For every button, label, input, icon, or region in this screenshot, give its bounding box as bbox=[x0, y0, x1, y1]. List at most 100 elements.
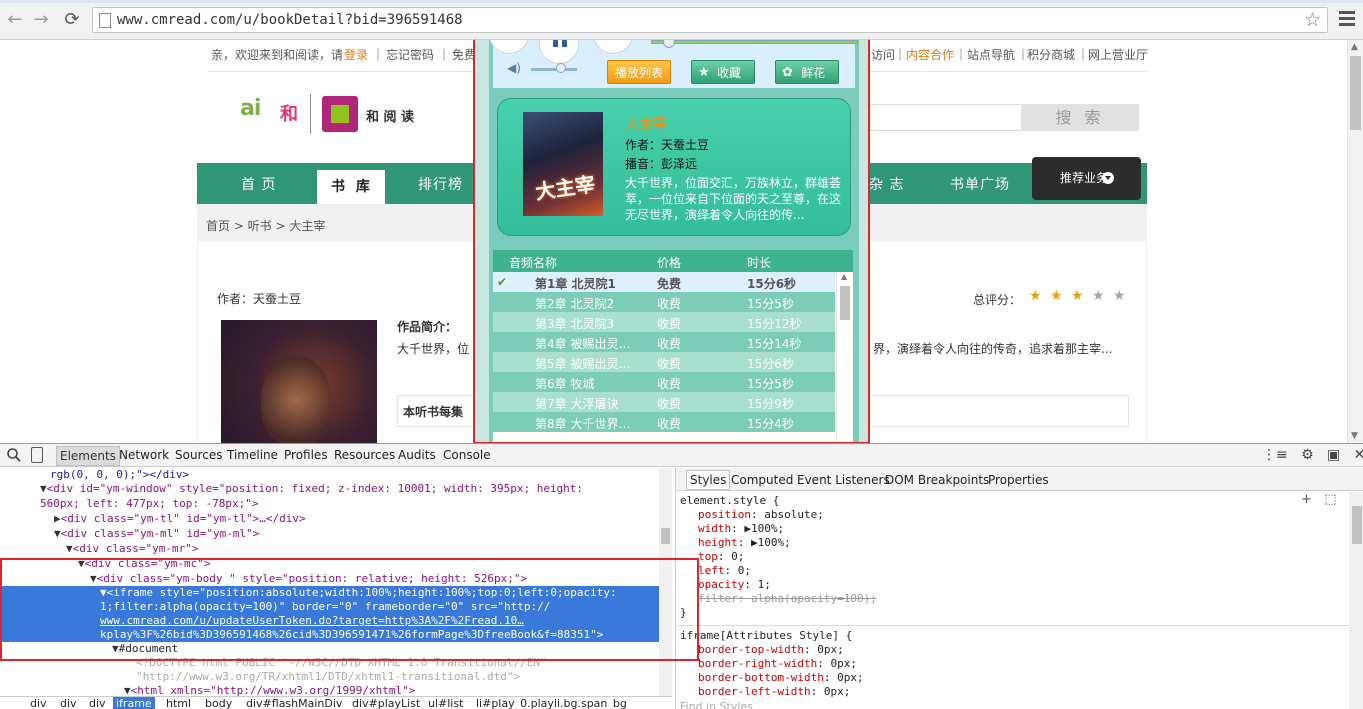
back-arrow-icon[interactable]: ← bbox=[4, 10, 26, 30]
content-partner-link[interactable]: 内容合作 bbox=[906, 46, 954, 63]
progress-slider[interactable] bbox=[651, 40, 858, 44]
tab-dom-breakpoints[interactable]: DOM Breakpoints bbox=[885, 473, 989, 487]
tab-event-listeners[interactable]: Event Listeners bbox=[797, 473, 890, 487]
scroll-thumb[interactable] bbox=[661, 528, 670, 544]
dom-line[interactable]: ▼<div class="ym-ml" id="ym-ml"> bbox=[0, 527, 259, 541]
next-button[interactable] bbox=[593, 40, 633, 54]
tab-properties[interactable]: Properties bbox=[988, 473, 1049, 487]
nav-magazines[interactable]: 杂 志 bbox=[869, 174, 904, 194]
forward-arrow-icon[interactable]: → bbox=[30, 10, 52, 30]
logo-he[interactable]: 和 bbox=[280, 100, 298, 126]
site-nav-link[interactable]: 站点导航 bbox=[967, 46, 1015, 63]
prev-button[interactable] bbox=[489, 40, 529, 54]
tab-audits[interactable]: Audits bbox=[398, 448, 436, 462]
bookmark-star-icon[interactable]: ☆ bbox=[1304, 9, 1321, 31]
scroll-thumb[interactable] bbox=[840, 286, 850, 320]
dom-line[interactable]: "http://www.w3.org/TR/xhtml1/DTD/xhtml1-… bbox=[0, 670, 520, 684]
dom-line[interactable]: rgb(0, 0, 0);"></div> bbox=[0, 468, 189, 482]
dom-line[interactable]: ▶<div class="ym-tl" id="ym-tl">…</div> bbox=[0, 512, 306, 526]
style-declaration[interactable]: opacity: 1; bbox=[698, 578, 771, 592]
volume-icon[interactable]: ◀) bbox=[507, 61, 521, 75]
playlist-button[interactable]: 播放列表 bbox=[607, 60, 671, 84]
dom-line[interactable]: ▼<div id="ym-window" style="position: fi… bbox=[0, 482, 583, 496]
login-link[interactable]: 登录 bbox=[344, 46, 368, 63]
drawer-icon[interactable]: ⋮≡ bbox=[1262, 447, 1288, 463]
crumb-div[interactable]: div bbox=[89, 697, 106, 709]
tab-computed[interactable]: Computed bbox=[731, 473, 793, 487]
playlist-row[interactable]: 第4章 被赐出灵… 收费 15分14秒 bbox=[493, 332, 835, 352]
tab-elements[interactable]: Elements bbox=[56, 446, 120, 466]
dock-icon[interactable]: ▣ bbox=[1327, 447, 1340, 463]
search-input[interactable] bbox=[870, 104, 1022, 131]
toggle-state-icon[interactable]: ⬚ bbox=[1324, 492, 1336, 507]
logo-ai[interactable]: ai bbox=[240, 96, 261, 121]
style-declaration[interactable]: position: absolute; bbox=[698, 508, 824, 522]
nav-booklists[interactable]: 书单广场 bbox=[950, 174, 1010, 194]
flower-button[interactable]: ✿ 鲜花 bbox=[775, 60, 839, 84]
search-icon[interactable] bbox=[6, 447, 22, 463]
tab-console[interactable]: Console bbox=[443, 448, 491, 462]
crumb-playlist[interactable]: div#playList bbox=[352, 697, 420, 709]
crumb-div[interactable]: div bbox=[30, 697, 47, 709]
progress-knob[interactable] bbox=[663, 40, 675, 48]
book-logo-icon[interactable] bbox=[322, 96, 358, 132]
playlist-row[interactable]: ✔ 第1章 北灵院1 免费 15分6秒 bbox=[493, 272, 835, 292]
reload-icon[interactable]: ⟳ bbox=[61, 10, 83, 30]
scroll-up-icon[interactable]: ▲ bbox=[1351, 42, 1358, 52]
style-declaration[interactable]: filter: alpha(opacity=100); bbox=[698, 592, 877, 606]
dom-line[interactable]: ▼<div class="ym-mr"> bbox=[0, 542, 198, 556]
volume-slider[interactable] bbox=[531, 68, 577, 71]
device-mode-icon[interactable] bbox=[31, 447, 43, 463]
page-scrollbar[interactable]: ▲ ▼ bbox=[1347, 40, 1363, 443]
crumb-flashmaindiv[interactable]: div#flashMainDiv bbox=[246, 697, 342, 709]
volume-knob[interactable] bbox=[556, 63, 566, 73]
style-declaration[interactable]: border-bottom-width: 0px; bbox=[698, 671, 864, 685]
nav-library[interactable]: 书 库 bbox=[317, 170, 385, 204]
online-hall-link[interactable]: 网上营业厅 bbox=[1088, 46, 1148, 63]
breadcrumb[interactable]: 首页 > 听书 > 大主宰 bbox=[206, 217, 325, 234]
crumb-play-item[interactable]: li#play_0.playli.bg.span_bg bbox=[476, 697, 627, 709]
crumb-iframe[interactable]: iframe bbox=[113, 697, 155, 709]
style-declaration[interactable]: border-left-width: 0px; bbox=[698, 685, 850, 699]
tab-resources[interactable]: Resources bbox=[334, 448, 395, 462]
style-declaration[interactable]: border-top-width: 0px; bbox=[698, 643, 844, 657]
scroll-thumb[interactable] bbox=[1350, 56, 1361, 130]
playlist-scrollbar[interactable]: ▲ bbox=[836, 272, 853, 442]
style-declaration[interactable]: width: ▶100%; bbox=[698, 522, 784, 536]
tab-sources[interactable]: Sources bbox=[175, 448, 222, 462]
crumb-body[interactable]: body bbox=[205, 697, 232, 709]
playlist-row[interactable]: 第8章 大千世界… 收费 15分4秒 bbox=[493, 412, 835, 432]
add-rule-icon[interactable]: + bbox=[1301, 492, 1312, 507]
dom-line[interactable]: ▼<html xmlns="http://www.w3.org/1999/xht… bbox=[0, 684, 415, 696]
playlist-row[interactable]: 第6章 牧城 收费 15分5秒 bbox=[493, 372, 835, 392]
tab-profiles[interactable]: Profiles bbox=[284, 448, 328, 462]
styles-scrollbar[interactable] bbox=[1349, 492, 1363, 709]
nav-rankings[interactable]: 排行榜 bbox=[418, 174, 463, 194]
style-declaration[interactable]: left: 0; bbox=[698, 564, 751, 578]
tab-network[interactable]: Network bbox=[119, 448, 169, 462]
crumb-list[interactable]: ul#list bbox=[428, 697, 463, 709]
dom-line[interactable]: 560px; left: 477px; top: -78px;"> bbox=[0, 497, 259, 511]
style-declaration[interactable]: top: 0; bbox=[698, 550, 744, 564]
crumb-html[interactable]: html bbox=[166, 697, 191, 709]
forgot-password-link[interactable]: 忘记密码 bbox=[386, 46, 434, 63]
scroll-up-icon[interactable]: ▲ bbox=[841, 272, 847, 281]
nav-home[interactable]: 首 页 bbox=[241, 174, 276, 194]
favorite-button[interactable]: ★ 收藏 bbox=[691, 60, 755, 84]
url-text[interactable]: www.cmread.com/u/bookDetail?bid=39659146… bbox=[117, 12, 463, 28]
style-declaration[interactable]: height: ▶100%; bbox=[698, 536, 791, 550]
gear-icon[interactable]: ⚙ bbox=[1301, 447, 1314, 463]
playlist-row[interactable]: 第3章 北灵院3 收费 15分12秒 bbox=[493, 312, 835, 332]
style-declaration[interactable]: border-right-width: 0px; bbox=[698, 657, 857, 671]
close-icon[interactable]: ✕ bbox=[1354, 447, 1363, 463]
scroll-thumb[interactable] bbox=[1352, 506, 1362, 544]
points-mall-link[interactable]: 积分商城 bbox=[1027, 46, 1075, 63]
visit-link[interactable]: 访问 bbox=[871, 46, 895, 63]
promo-dropdown-button[interactable]: 推荐业务 bbox=[1032, 157, 1141, 200]
tab-styles[interactable]: Styles bbox=[686, 470, 731, 490]
chrome-menu-icon[interactable] bbox=[1338, 9, 1356, 29]
playlist-row[interactable]: 第2章 北灵院2 收费 15分5秒 bbox=[493, 292, 835, 312]
scroll-down-icon[interactable]: ▼ bbox=[1351, 431, 1358, 441]
pause-button[interactable] bbox=[539, 40, 579, 64]
crumb-div[interactable]: div bbox=[60, 697, 77, 709]
